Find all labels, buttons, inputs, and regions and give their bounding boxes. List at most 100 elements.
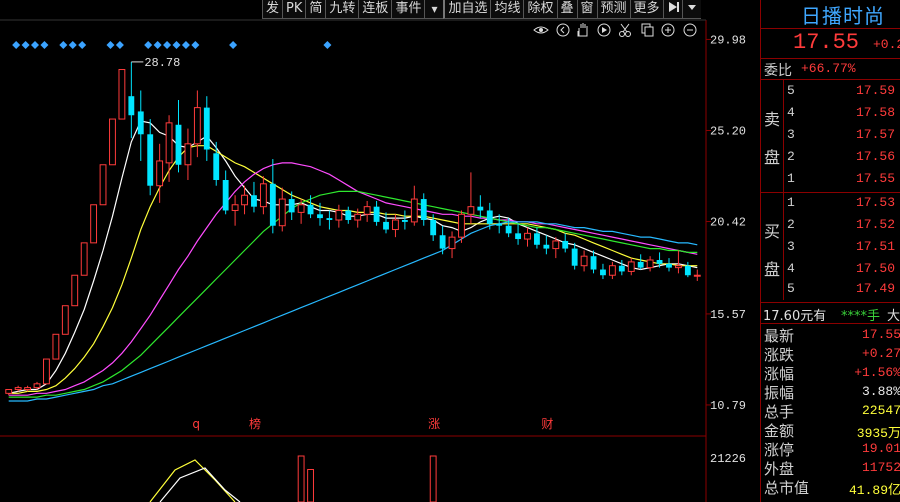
candle — [137, 90, 144, 161]
candle — [5, 389, 13, 396]
toolbar-add-watchlist[interactable]: 加自选 — [443, 0, 491, 19]
toolbar-shijian-dropdown[interactable]: ▾ — [424, 0, 444, 19]
volume-ma-line — [149, 459, 236, 502]
stat-value: 11752 — [861, 460, 900, 475]
candle-body — [534, 233, 540, 245]
candle-body — [590, 256, 597, 270]
candle — [693, 269, 701, 281]
candle — [600, 263, 606, 280]
candle-body — [118, 69, 126, 120]
buy-level-row[interactable]: 2 17.52 — [761, 214, 900, 237]
candle — [637, 254, 644, 270]
sell-level-row[interactable]: 4 17.58 — [761, 102, 900, 125]
candle-body — [354, 213, 362, 221]
stat-row: 涨跌 +0.27 — [761, 344, 900, 364]
toolbar-pk[interactable]: PK — [282, 0, 306, 19]
candle — [524, 227, 531, 247]
signal-diamond — [21, 41, 30, 49]
buy-order-book: 买 盘 1 17.53 2 17.52 3 17.51 4 17.50 5 17… — [761, 192, 900, 300]
ma60-line — [8, 221, 698, 402]
kline-chart[interactable]: 28.78 q 榜 涨 财 29.98 25.20 20.42 15.57 10.79 2122… — [0, 0, 760, 502]
axis-tick-label: 25.20 — [710, 124, 746, 138]
signal-diamond — [163, 41, 172, 49]
level-number: 1 — [787, 171, 795, 186]
candle — [71, 274, 79, 307]
candle-body — [486, 210, 493, 224]
volume-axis-label: 21226 — [710, 452, 746, 466]
candle-body — [24, 387, 32, 391]
toolbar-lianban[interactable]: 连板 — [358, 0, 392, 19]
buy-level-row[interactable]: 3 17.51 — [761, 236, 900, 259]
candle — [222, 170, 229, 215]
play-shape — [602, 27, 607, 33]
toolbar-jian[interactable]: 简 — [305, 0, 326, 19]
candle-body — [269, 183, 276, 226]
candle — [448, 231, 456, 259]
toolbar-gengduo[interactable]: 更多 — [629, 0, 663, 19]
candle — [156, 143, 164, 203]
chart-tool-icons[interactable] — [533, 23, 697, 37]
candle — [278, 187, 286, 232]
toolbar-shijian[interactable]: 事件 — [391, 0, 425, 19]
candle-body — [278, 198, 286, 227]
stat-row: 金额 3935万 — [761, 420, 900, 441]
candle — [608, 261, 616, 280]
stat-label: 外盘 — [764, 460, 795, 478]
candle-body — [580, 255, 588, 267]
signal-diamond — [181, 41, 190, 49]
signal-diamond — [31, 41, 40, 49]
candle — [61, 305, 69, 335]
level-number: 3 — [787, 127, 795, 142]
chevron-down-icon[interactable] — [681, 0, 701, 19]
candle-body — [496, 223, 503, 226]
divider — [761, 28, 900, 29]
zoom-out-icon[interactable] — [683, 23, 697, 37]
stat-label: 涨停 — [764, 441, 795, 459]
candle — [580, 250, 588, 272]
stat-label: 金额 — [764, 422, 795, 440]
quote-strip-price: 17.60元有 — [763, 309, 827, 324]
buy-level-row[interactable]: 1 17.53 — [761, 192, 900, 215]
candle-body — [335, 209, 343, 221]
candle-body — [156, 160, 164, 187]
toolbar-die[interactable]: 叠 — [556, 0, 577, 19]
level-price: 17.51 — [856, 239, 896, 254]
ma30-line — [8, 190, 698, 398]
hand-icon[interactable] — [577, 23, 588, 37]
candle — [118, 69, 126, 120]
candle-body — [477, 206, 484, 211]
buy-level-row[interactable]: 5 17.49 — [761, 278, 900, 301]
candle — [43, 358, 50, 385]
play-arrow-icon[interactable] — [662, 0, 682, 19]
volume-bar — [307, 468, 314, 502]
candle — [410, 185, 418, 226]
sell-level-row[interactable]: 1 17.55 — [761, 168, 900, 191]
sell-level-row[interactable]: 2 17.56 — [761, 146, 900, 169]
candle-body — [410, 198, 418, 223]
candle-body — [552, 240, 560, 250]
candle-body — [222, 180, 229, 211]
candle-body — [231, 204, 239, 211]
sell-level-row[interactable]: 5 17.59 — [761, 80, 900, 103]
candle-body — [43, 358, 50, 385]
candle — [165, 115, 173, 182]
chevron-left-circle-icon[interactable] — [556, 23, 570, 37]
play-circle-icon[interactable] — [597, 23, 611, 37]
scissors-icon[interactable] — [619, 23, 631, 37]
toolbar-jiuzhuan[interactable]: 九转 — [325, 0, 359, 19]
sell-level-row[interactable]: 3 17.57 — [761, 124, 900, 147]
toolbar-chuquan[interactable]: 除权 — [523, 0, 557, 19]
signal-diamond — [78, 41, 87, 49]
candle-body — [373, 206, 380, 222]
candle-body — [193, 107, 201, 145]
toolbar-junxian[interactable]: 均线 — [490, 0, 524, 19]
toolbar-chuang[interactable]: 窗 — [576, 0, 597, 19]
eye-icon[interactable] — [533, 26, 549, 34]
copy-icon[interactable] — [641, 23, 654, 37]
candle-body — [392, 219, 399, 231]
toolbar-yuce[interactable]: 预测 — [596, 0, 630, 19]
candle-body — [656, 260, 663, 264]
stat-value: +1.56% — [854, 365, 900, 380]
zoom-in-icon[interactable] — [661, 23, 675, 37]
toolbar-fa[interactable]: 发 — [262, 0, 283, 19]
